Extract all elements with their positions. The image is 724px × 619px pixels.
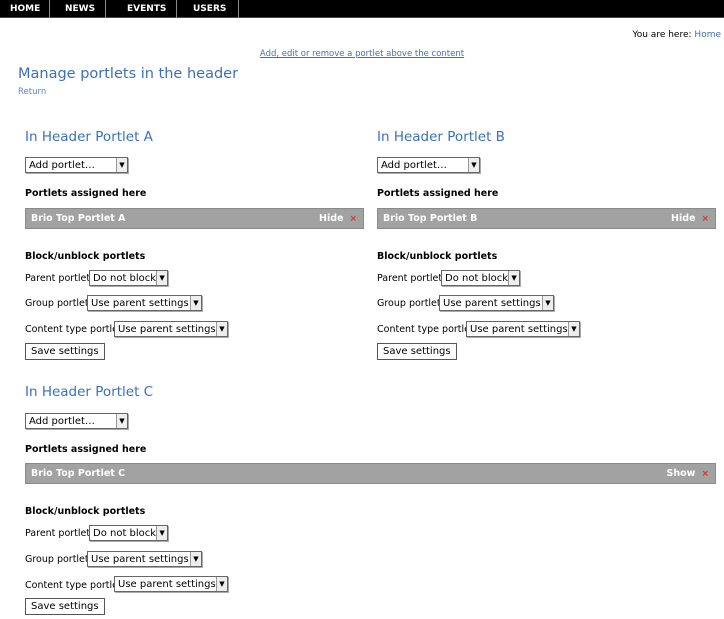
add-portlet-select[interactable]: Add portlet… ▼ (377, 157, 480, 173)
parent-portlets-select[interactable]: Do not block ▼ (89, 525, 168, 541)
nav-events[interactable]: EVENTS (106, 0, 177, 18)
chevron-down-icon: ▼ (508, 271, 519, 285)
portlet-title: In Header Portlet B (377, 129, 505, 145)
breadcrumb-home-link[interactable]: Home (694, 30, 721, 40)
group-portlets-label: Group portlets: (377, 298, 449, 309)
content-type-portlets-select[interactable]: Use parent settings ▼ (114, 321, 228, 337)
assigned-portlet-row: Brio Top Portlet B Hide × (377, 208, 716, 229)
portlet-column-a: In Header Portlet A Add portlet… ▼ Portl… (25, 129, 364, 364)
chevron-down-icon: ▼ (190, 296, 201, 310)
content-type-portlets-select[interactable]: Use parent settings ▼ (114, 576, 228, 592)
content-type-portlets-value: Use parent settings (470, 323, 568, 335)
chevron-down-icon: ▼ (216, 577, 227, 591)
add-portlet-select[interactable]: Add portlet… ▼ (25, 413, 128, 429)
remove-icon[interactable]: × (701, 469, 709, 479)
assigned-label: Portlets assigned here (25, 188, 147, 199)
add-portlet-select-value: Add portlet… (381, 159, 447, 171)
group-portlets-select[interactable]: Use parent settings ▼ (87, 295, 202, 311)
assigned-portlet-name[interactable]: Brio Top Portlet C (31, 468, 667, 479)
content-type-portlets-value: Use parent settings (118, 578, 216, 590)
block-label: Block/unblock portlets (25, 251, 146, 262)
parent-portlets-value: Do not block (93, 527, 157, 539)
parent-portlets-select[interactable]: Do not block ▼ (89, 270, 168, 286)
group-portlets-value: Use parent settings (443, 297, 541, 309)
add-portlet-select-value: Add portlet… (29, 415, 95, 427)
breadcrumb-label: You are here: (632, 30, 692, 40)
group-portlets-label: Group portlets: (25, 298, 97, 309)
save-settings-button[interactable]: Save settings (25, 343, 105, 360)
parent-portlets-select[interactable]: Do not block ▼ (441, 270, 520, 286)
portlet-title: In Header Portlet A (25, 129, 153, 145)
nav-news[interactable]: NEWS (50, 0, 106, 18)
nav-home[interactable]: HOME (0, 0, 50, 18)
assigned-label: Portlets assigned here (377, 188, 499, 199)
chevron-down-icon: ▼ (156, 526, 167, 540)
block-label: Block/unblock portlets (377, 251, 498, 262)
assigned-portlet-row: Brio Top Portlet C Show × (25, 463, 716, 484)
chevron-down-icon: ▼ (190, 552, 201, 566)
chevron-down-icon: ▼ (116, 414, 127, 428)
chevron-down-icon: ▼ (156, 271, 167, 285)
add-portlet-select-value: Add portlet… (29, 159, 95, 171)
remove-icon[interactable]: × (701, 214, 709, 224)
return-link[interactable]: Return (18, 87, 46, 97)
parent-portlets-label: Parent portlets: (25, 273, 99, 284)
parent-portlets-value: Do not block (93, 272, 157, 284)
top-navigation: HOME NEWS EVENTS USERS (0, 0, 724, 18)
save-settings-button[interactable]: Save settings (377, 343, 457, 360)
assigned-portlet-name[interactable]: Brio Top Portlet B (383, 213, 671, 224)
content-type-portlets-select[interactable]: Use parent settings ▼ (466, 321, 580, 337)
assigned-portlet-name[interactable]: Brio Top Portlet A (31, 213, 319, 224)
parent-portlets-label: Parent portlets: (377, 273, 451, 284)
chevron-down-icon: ▼ (568, 322, 579, 336)
breadcrumb: You are here: Home (632, 30, 721, 40)
hide-link[interactable]: Hide (671, 213, 695, 224)
parent-portlets-value: Do not block (445, 272, 509, 284)
portlet-column-c: In Header Portlet C Add portlet… ▼ Portl… (25, 384, 716, 619)
chevron-down-icon: ▼ (216, 322, 227, 336)
chevron-down-icon: ▼ (542, 296, 553, 310)
chevron-down-icon: ▼ (116, 158, 127, 172)
show-link[interactable]: Show (667, 468, 696, 479)
portlet-column-b: In Header Portlet B Add portlet… ▼ Portl… (377, 129, 716, 364)
remove-icon[interactable]: × (349, 214, 357, 224)
nav-users[interactable]: USERS (177, 0, 239, 18)
manage-above-content-link[interactable]: Add, edit or remove a portlet above the … (0, 49, 724, 59)
group-portlets-label: Group portlets: (25, 554, 97, 565)
group-portlets-select[interactable]: Use parent settings ▼ (439, 295, 554, 311)
hide-link[interactable]: Hide (319, 213, 343, 224)
assigned-label: Portlets assigned here (25, 444, 147, 455)
portlet-title: In Header Portlet C (25, 384, 154, 400)
parent-portlets-label: Parent portlets: (25, 528, 99, 539)
block-label: Block/unblock portlets (25, 506, 146, 517)
chevron-down-icon: ▼ (468, 158, 479, 172)
group-portlets-select[interactable]: Use parent settings ▼ (87, 551, 202, 567)
group-portlets-value: Use parent settings (91, 297, 189, 309)
page-title: Manage portlets in the header (18, 66, 239, 82)
save-settings-button[interactable]: Save settings (25, 598, 105, 615)
content-type-portlets-value: Use parent settings (118, 323, 216, 335)
assigned-portlet-row: Brio Top Portlet A Hide × (25, 208, 364, 229)
group-portlets-value: Use parent settings (91, 553, 189, 565)
add-portlet-select[interactable]: Add portlet… ▼ (25, 157, 128, 173)
